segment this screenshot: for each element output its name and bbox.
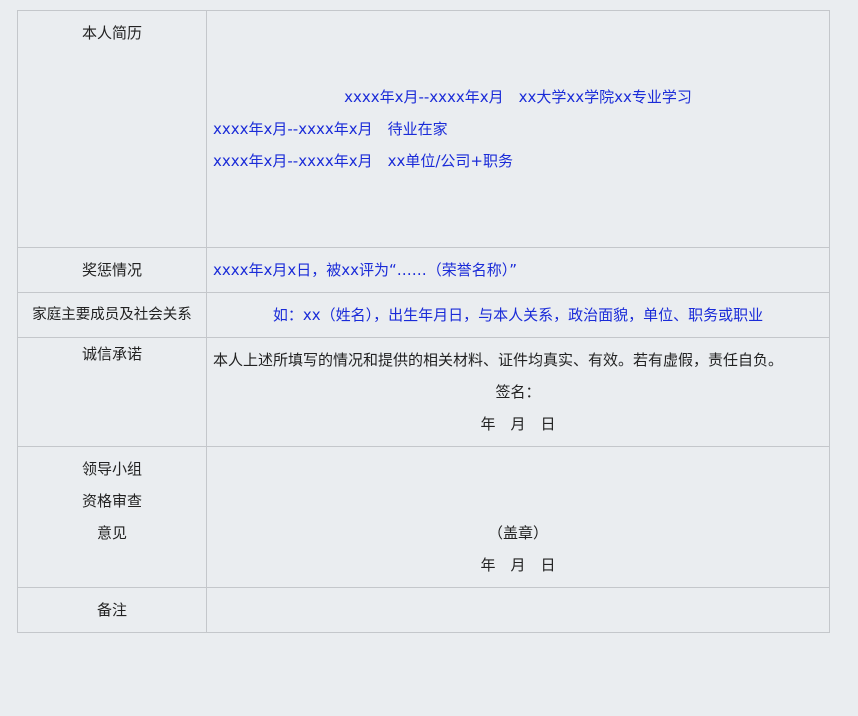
resume-label: 本人简历 (17, 10, 207, 248)
family-label: 家庭主要成员及社会关系 (17, 292, 207, 338)
review-label-line-2: 资格审查 (81, 492, 142, 510)
resume-line-3: xxxx年x月--xxxx年x月 xx单位/公司+职务 (213, 152, 513, 170)
awards-row: 奖惩情况 xxxx年x月x日，被xx评为“……（荣誉名称）” (17, 247, 830, 293)
resume-content: xxxx年x月--xxxx年x月 xx大学xx学院xx专业学习 xxxx年x月-… (206, 10, 830, 248)
family-content: 如：xx（姓名），出生年月日，与本人关系，政治面貌，单位、职务或职业 (206, 292, 830, 338)
family-row: 家庭主要成员及社会关系 如：xx（姓名），出生年月日，与本人关系，政治面貌，单位… (17, 292, 830, 338)
integrity-date: 年 月 日 (480, 415, 556, 433)
integrity-label: 诚信承诺 (17, 337, 207, 447)
integrity-signature: 签名： (495, 383, 541, 401)
integrity-row: 诚信承诺 本人上述所填写的情况和提供的相关材料、证件均真实、有效。若有虚假，责任… (17, 337, 830, 447)
integrity-statement: 本人上述所填写的情况和提供的相关材料、证件均真实、有效。若有虚假，责任自负。 (213, 351, 784, 369)
registration-form-table: 本人简历 xxxx年x月--xxxx年x月 xx大学xx学院xx专业学习 xxx… (17, 10, 830, 633)
resume-row: 本人简历 xxxx年x月--xxxx年x月 xx大学xx学院xx专业学习 xxx… (17, 10, 830, 248)
integrity-content: 本人上述所填写的情况和提供的相关材料、证件均真实、有效。若有虚假，责任自负。 签… (206, 337, 830, 447)
review-stamp: （盖章） (487, 524, 548, 542)
resume-line-1: xxxx年x月--xxxx年x月 xx大学xx学院xx专业学习 (344, 88, 692, 106)
remarks-row: 备注 (17, 587, 830, 633)
awards-label: 奖惩情况 (17, 247, 207, 293)
resume-line-2: xxxx年x月--xxxx年x月 待业在家 (213, 120, 448, 138)
review-label-line-3: 意见 (96, 524, 127, 542)
remarks-content (206, 587, 830, 633)
review-label: 领导小组 资格审查 意见 (17, 446, 207, 588)
review-date: 年 月 日 (480, 556, 556, 574)
review-row: 领导小组 资格审查 意见 （盖章） 年 月 日 (17, 446, 830, 588)
review-label-line-1: 领导小组 (81, 460, 142, 478)
review-content: （盖章） 年 月 日 (206, 446, 830, 588)
remarks-label: 备注 (17, 587, 207, 633)
awards-content: xxxx年x月x日，被xx评为“……（荣誉名称）” (206, 247, 830, 293)
